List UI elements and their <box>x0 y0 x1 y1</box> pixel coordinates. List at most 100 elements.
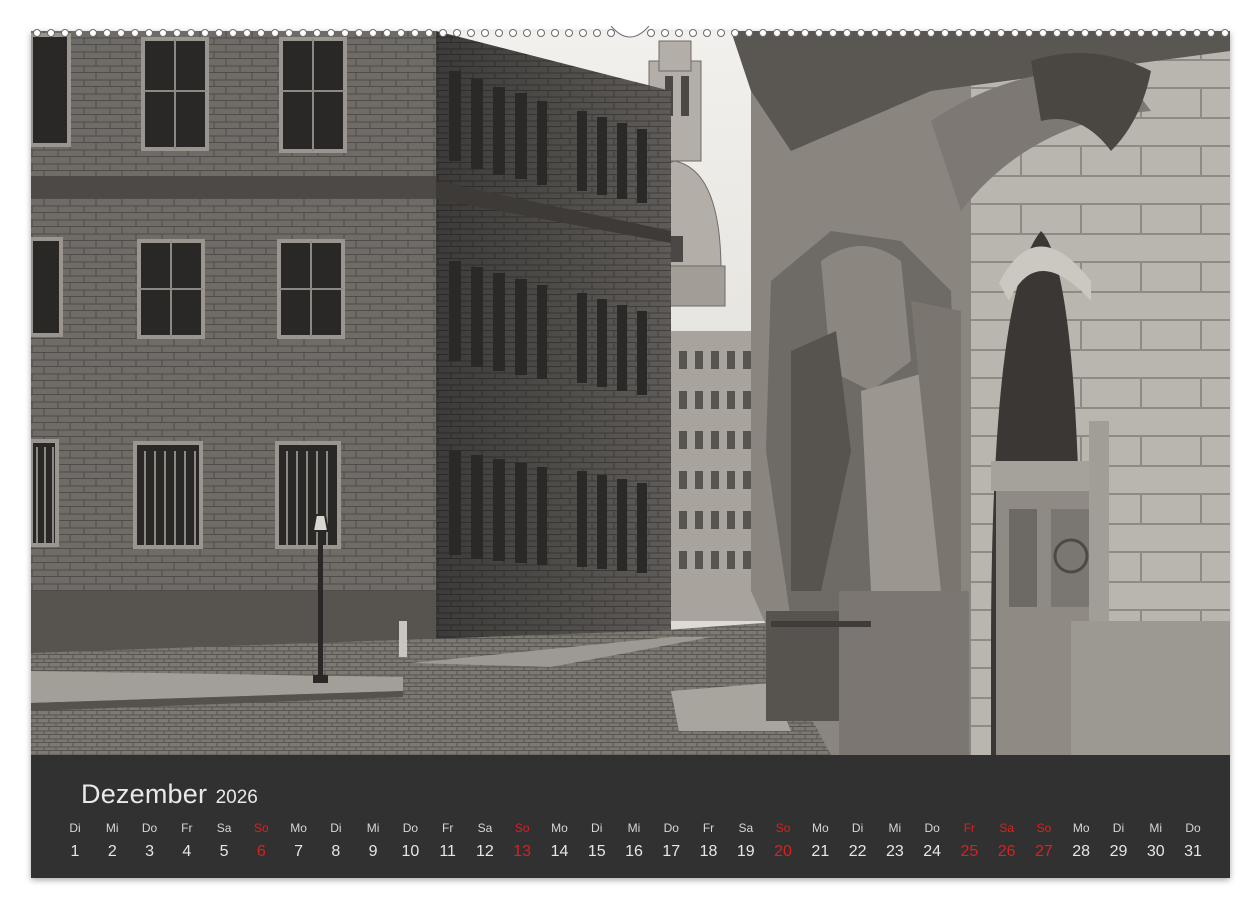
day-cell: Di 15 <box>579 819 615 861</box>
day-cell: Mi 9 <box>355 819 391 861</box>
day-number: 7 <box>294 843 304 860</box>
day-cell: So 13 <box>504 819 540 861</box>
day-number: 19 <box>736 843 755 860</box>
weekday-label: Di <box>591 821 603 835</box>
weekday-label: Do <box>924 821 940 835</box>
day-number: 15 <box>587 843 606 860</box>
weekday-label: Sa <box>999 821 1014 835</box>
weekday-label: Fr <box>441 821 454 835</box>
day-number: 11 <box>439 843 456 860</box>
day-cell: Mo 7 <box>281 819 317 861</box>
calendar-page: Dezember 2026 Di 1 Mi 2 Do 3 Fr 4 Sa 5 So 6 Mo 7 Di 8 Mi… <box>31 26 1230 878</box>
weekday-label: Mo <box>811 821 829 835</box>
day-cell: Fr 4 <box>169 819 205 861</box>
day-number: 10 <box>401 843 420 860</box>
day-cell: Sa 26 <box>989 819 1025 861</box>
day-cell: Sa 5 <box>206 819 242 861</box>
day-number: 16 <box>625 843 643 860</box>
day-cell: So 20 <box>765 819 801 861</box>
day-number: 23 <box>885 843 904 860</box>
day-cell: Do 24 <box>914 819 950 861</box>
day-cell: Mi 30 <box>1138 819 1174 861</box>
weekday-label: Sa <box>216 821 232 835</box>
day-number: 28 <box>1072 843 1091 860</box>
day-cell: Do 10 <box>392 819 428 861</box>
day-number: 29 <box>1109 843 1128 860</box>
weekday-label: Mo <box>551 821 568 835</box>
weekday-label: So <box>514 821 530 835</box>
day-number: 21 <box>811 843 830 860</box>
weekday-label: So <box>253 821 269 835</box>
weekday-label: Do <box>1185 821 1201 835</box>
day-cell: Mo 21 <box>802 819 838 861</box>
day-number: 5 <box>219 843 229 860</box>
weekday-label: Do <box>663 821 679 835</box>
calendar-strip: Dezember 2026 Di 1 Mi 2 Do 3 Fr 4 Sa 5 So 6 Mo 7 Di 8 Mi… <box>31 755 1230 878</box>
day-number: 3 <box>145 843 154 860</box>
day-number: 6 <box>256 843 266 860</box>
day-cell: Di 1 <box>57 819 93 861</box>
day-cell: Do 3 <box>132 819 168 861</box>
day-cell: Do 31 <box>1175 819 1211 861</box>
weekday-label: Mo <box>1072 821 1090 835</box>
weekday-label: So <box>775 821 791 835</box>
day-number: 25 <box>960 843 979 860</box>
day-cell: Mi 23 <box>877 819 913 861</box>
weekday-label: Fr <box>963 821 976 835</box>
day-cell: Fr 11 <box>430 819 466 861</box>
day-number: 13 <box>513 843 532 860</box>
day-cell: Di 8 <box>318 819 354 861</box>
weekday-label: Sa <box>738 821 754 835</box>
weekday-label: So <box>1036 821 1052 835</box>
weekday-label: Di <box>330 821 342 835</box>
day-number: 2 <box>107 843 117 860</box>
dresden-street-illustration <box>31 31 1230 755</box>
weekday-label: Fr <box>702 821 715 835</box>
day-cell: So 6 <box>243 819 279 861</box>
day-number: 18 <box>699 843 718 860</box>
month-name: Dezember <box>81 779 208 809</box>
day-number: 14 <box>550 843 569 860</box>
weekday-label: Di <box>851 821 864 835</box>
day-number: 9 <box>368 843 378 860</box>
day-cell: Mi 16 <box>616 819 652 861</box>
month-title: Dezember 2026 <box>81 779 258 810</box>
day-number: 8 <box>331 843 341 860</box>
day-number: 26 <box>997 843 1016 860</box>
day-number: 31 <box>1184 843 1202 860</box>
weekday-label: Mi <box>366 821 380 835</box>
day-cell: So 27 <box>1026 819 1062 861</box>
day-cell: Sa 12 <box>467 819 503 861</box>
weekday-label: Di <box>69 821 81 835</box>
day-number: 20 <box>774 843 792 860</box>
day-number: 24 <box>923 843 942 860</box>
weekday-label: Do <box>141 821 158 835</box>
day-cell: Do 17 <box>653 819 689 861</box>
day-cell: Mo 14 <box>541 819 577 861</box>
weekday-label: Fr <box>181 821 193 835</box>
days-row: Di 1 Mi 2 Do 3 Fr 4 Sa 5 So 6 Mo 7 Di 8 Mi 9 Do 10 Fr 11 Sa 12 S… <box>69 819 1202 863</box>
weekday-label: Mi <box>105 821 119 835</box>
day-cell: Mi 2 <box>94 819 130 861</box>
weekday-label: Di <box>1112 821 1125 835</box>
day-cell: Sa 19 <box>728 819 764 861</box>
weekday-label: Mi <box>627 821 641 835</box>
day-number: 30 <box>1146 843 1165 860</box>
weekday-label: Mo <box>290 821 307 835</box>
day-cell: Fr 18 <box>691 819 727 861</box>
day-cell: Di 29 <box>1100 819 1136 861</box>
day-number: 27 <box>1035 843 1053 860</box>
day-cell: Di 22 <box>840 819 876 861</box>
day-number: 22 <box>848 843 867 860</box>
day-number: 1 <box>70 843 80 860</box>
day-number: 17 <box>662 843 681 860</box>
day-cell: Mo 28 <box>1063 819 1099 861</box>
cityscape-photo <box>31 31 1230 755</box>
weekday-label: Mi <box>1149 821 1163 835</box>
spiral-binding <box>33 26 1229 38</box>
day-cell: Fr 25 <box>951 819 987 861</box>
day-number: 12 <box>476 843 494 860</box>
year-label: 2026 <box>215 787 258 808</box>
day-number: 4 <box>182 843 192 860</box>
weekday-label: Mi <box>888 821 902 835</box>
